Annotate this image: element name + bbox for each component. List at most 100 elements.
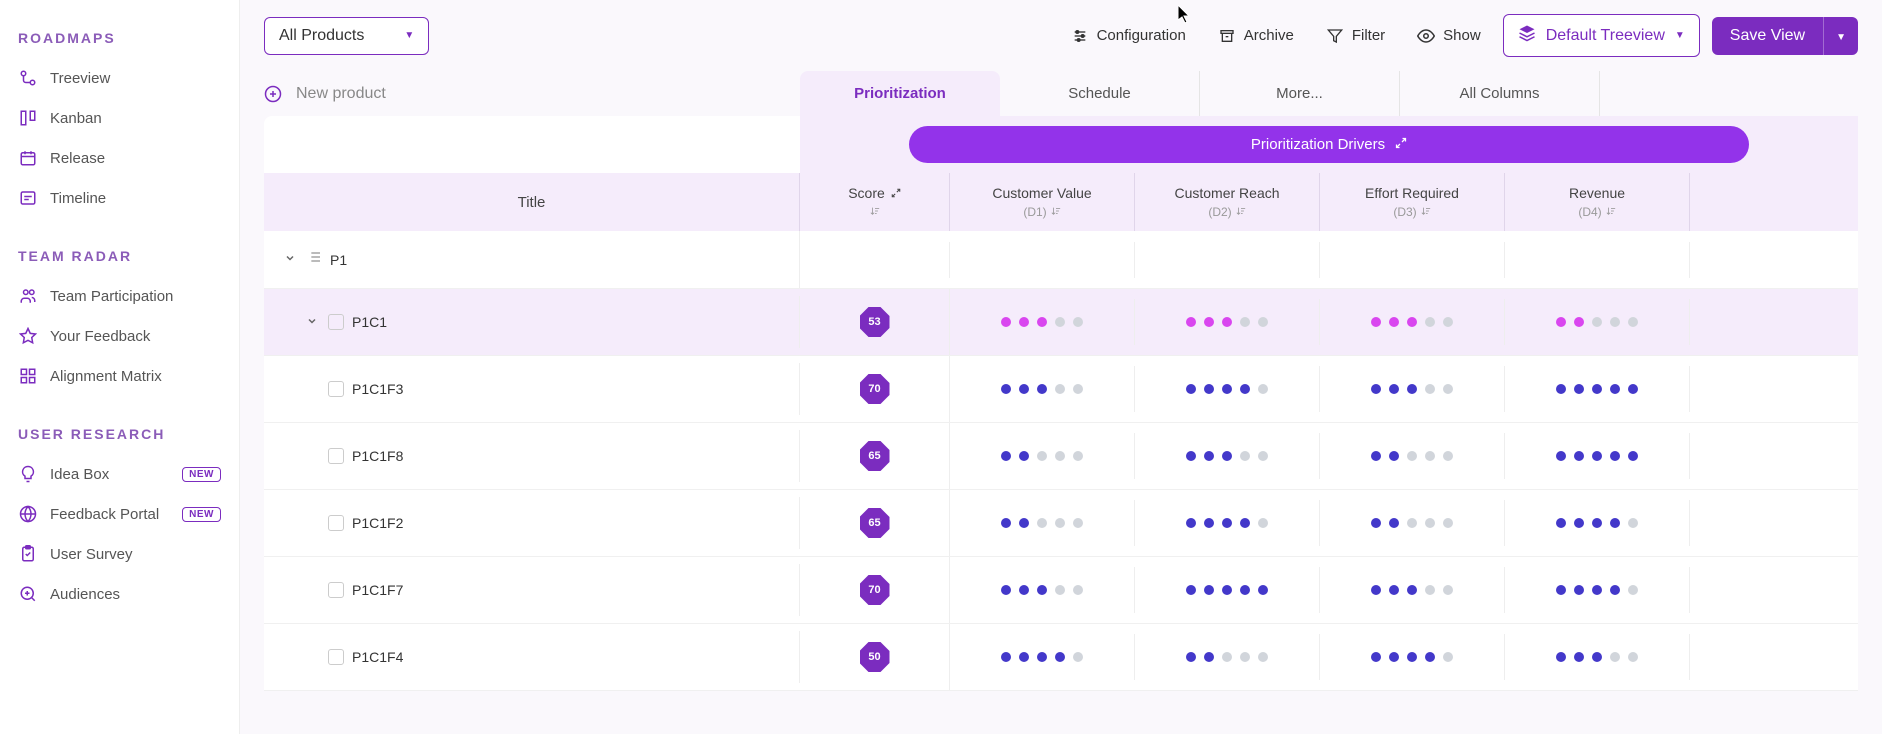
driver-cell[interactable] [1505, 567, 1690, 613]
kanban-icon [18, 108, 38, 128]
title-cell: P1C1F8 [264, 430, 800, 482]
rating-dot [1001, 384, 1011, 394]
rating-dot [1443, 451, 1453, 461]
title-cell: P1 [264, 231, 800, 288]
title-column-header[interactable]: Title [264, 173, 800, 231]
rating-dot [1222, 585, 1232, 595]
rating-dot [1073, 317, 1083, 327]
sidebar-item-audiences[interactable]: Audiences [10, 574, 229, 614]
save-view-button-group: Save View ▼ [1712, 17, 1858, 55]
search-icon [18, 584, 38, 604]
table-row[interactable]: P1 [264, 231, 1858, 289]
driver-cell[interactable] [1505, 634, 1690, 680]
driver-cell[interactable] [950, 433, 1135, 479]
sidebar-item-release[interactable]: Release [10, 138, 229, 178]
driver-cell[interactable] [1135, 433, 1320, 479]
driver-cell[interactable] [1135, 500, 1320, 546]
filter-button[interactable]: Filter [1316, 19, 1395, 53]
expand-toggle[interactable] [284, 252, 298, 267]
row-checkbox[interactable] [328, 381, 344, 397]
table-row[interactable]: P1C1F770 [264, 557, 1858, 624]
table-row[interactable]: P1C1F450 [264, 624, 1858, 691]
table-area: Prioritization Drivers Title Score [240, 116, 1882, 734]
row-title: P1C1F8 [352, 448, 403, 464]
table-row[interactable]: P1C1F865 [264, 423, 1858, 490]
sidebar-item-idea-box[interactable]: Idea BoxNEW [10, 454, 229, 494]
driver-cell[interactable] [950, 500, 1135, 546]
rating-dot [1628, 317, 1638, 327]
product-dropdown[interactable]: All Products ▼ [264, 17, 429, 55]
driver-column-header[interactable]: Revenue (D4) [1505, 173, 1690, 231]
driver-cell[interactable] [950, 634, 1135, 680]
driver-cell[interactable] [1320, 634, 1505, 680]
sidebar-item-alignment-matrix[interactable]: Alignment Matrix [10, 356, 229, 396]
row-checkbox[interactable] [328, 582, 344, 598]
tab-prioritization[interactable]: Prioritization [800, 71, 1000, 116]
driver-column-header[interactable]: Customer Reach (D2) [1135, 173, 1320, 231]
globe-icon [18, 504, 38, 524]
new-product-button[interactable]: New product [264, 73, 800, 115]
driver-cell[interactable] [1320, 567, 1505, 613]
row-checkbox[interactable] [328, 448, 344, 464]
prioritization-drivers-button[interactable]: Prioritization Drivers [909, 126, 1749, 163]
sidebar-item-treeview[interactable]: Treeview [10, 58, 229, 98]
rating-dot [1204, 518, 1214, 528]
rating-dot [1371, 652, 1381, 662]
sidebar-item-timeline[interactable]: Timeline [10, 178, 229, 218]
configuration-button[interactable]: Configuration [1061, 19, 1196, 53]
driver-cell[interactable] [950, 567, 1135, 613]
show-button[interactable]: Show [1407, 19, 1491, 53]
rating-dot [1204, 652, 1214, 662]
sidebar-item-your-feedback[interactable]: Your Feedback [10, 316, 229, 356]
driver-cell[interactable] [1320, 500, 1505, 546]
row-checkbox[interactable] [328, 515, 344, 531]
row-checkbox[interactable] [328, 314, 344, 330]
table-row[interactable]: P1C1F265 [264, 490, 1858, 557]
default-treeview-button[interactable]: Default Treeview ▼ [1503, 14, 1700, 57]
driver-cell[interactable] [1505, 299, 1690, 345]
save-view-button[interactable]: Save View [1712, 17, 1823, 55]
driver-cell[interactable] [950, 366, 1135, 412]
sidebar-item-user-survey[interactable]: User Survey [10, 534, 229, 574]
row-checkbox[interactable] [328, 649, 344, 665]
archive-button[interactable]: Archive [1208, 19, 1304, 53]
sidebar-item-feedback-portal[interactable]: Feedback PortalNEW [10, 494, 229, 534]
rating-dot [1055, 451, 1065, 461]
tab-all-columns[interactable]: All Columns [1400, 71, 1600, 116]
driver-cell[interactable] [1135, 299, 1320, 345]
rating-dot [1610, 585, 1620, 595]
driver-cell[interactable] [1505, 433, 1690, 479]
rating-dot [1186, 518, 1196, 528]
expand-toggle[interactable] [306, 315, 320, 330]
driver-cell[interactable] [1320, 433, 1505, 479]
driver-cell[interactable] [1320, 299, 1505, 345]
driver-cell[interactable] [950, 299, 1135, 345]
sidebar-item-team-participation[interactable]: Team Participation [10, 276, 229, 316]
rating-dot [1371, 384, 1381, 394]
driver-cell[interactable] [1505, 500, 1690, 546]
rating-dot [1592, 585, 1602, 595]
table-row[interactable]: P1C1F370 [264, 356, 1858, 423]
rating-dot [1407, 652, 1417, 662]
tab-schedule[interactable]: Schedule [1000, 71, 1200, 116]
rating-dot [1222, 317, 1232, 327]
tab-more-[interactable]: More... [1200, 71, 1400, 116]
drivers-header-row: Prioritization Drivers [800, 116, 1858, 173]
driver-column-header[interactable]: Effort Required (D3) [1320, 173, 1505, 231]
save-view-dropdown[interactable]: ▼ [1823, 17, 1858, 55]
rating-dot [1389, 585, 1399, 595]
driver-cell[interactable] [1320, 366, 1505, 412]
rating-dot [1556, 451, 1566, 461]
driver-cell[interactable] [1135, 567, 1320, 613]
score-column-header[interactable]: Score [800, 173, 950, 231]
driver-column-header[interactable]: Customer Value (D1) [950, 173, 1135, 231]
driver-cell[interactable] [1505, 366, 1690, 412]
new-badge: NEW [182, 507, 221, 522]
table-row[interactable]: P1C153 [264, 289, 1858, 356]
rating-dot [1628, 451, 1638, 461]
driver-cell[interactable] [1135, 634, 1320, 680]
driver-cell[interactable] [1135, 366, 1320, 412]
rating-dot [1425, 317, 1435, 327]
sidebar-item-kanban[interactable]: Kanban [10, 98, 229, 138]
rating-dot [1240, 652, 1250, 662]
